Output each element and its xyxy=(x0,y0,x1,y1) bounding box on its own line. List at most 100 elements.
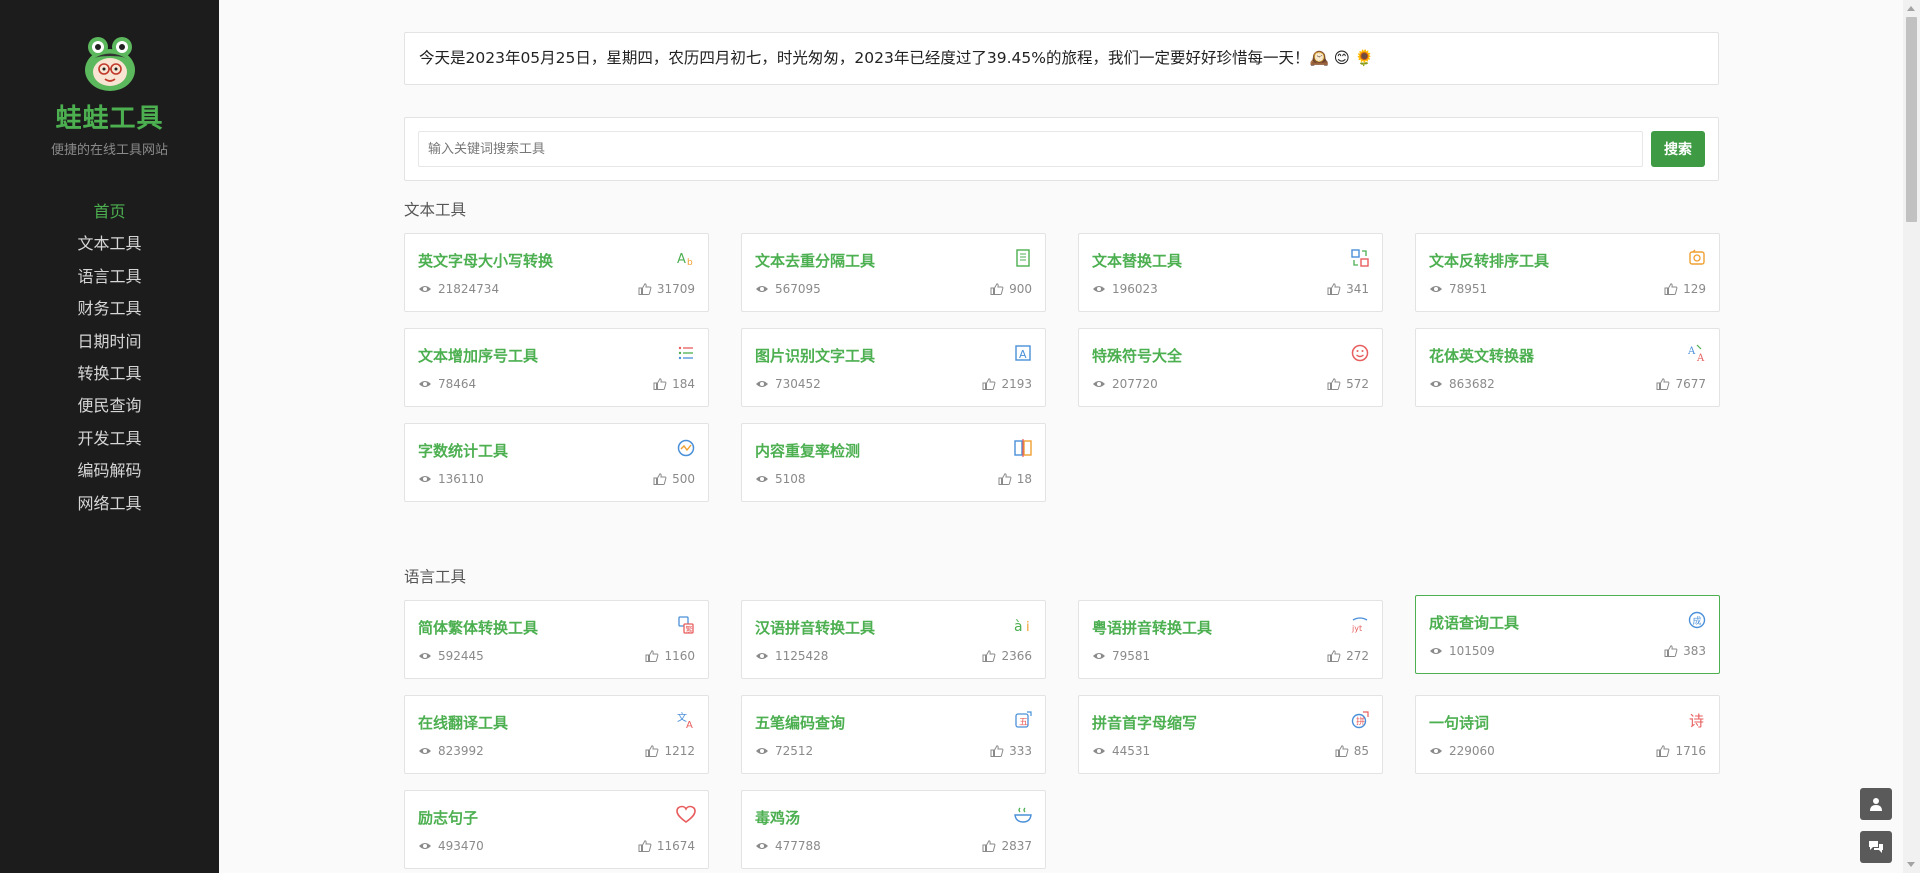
like-thumb-icon[interactable] xyxy=(1664,283,1678,295)
tool-card[interactable]: 花体英文转换器 A A 863682 7677 xyxy=(1415,328,1720,407)
tool-card-likes[interactable]: 11674 xyxy=(638,839,695,853)
nav-item-text-tools[interactable]: 文本工具 xyxy=(0,228,219,260)
tool-card[interactable]: 文本去重分隔工具 567095 900 xyxy=(741,233,1046,312)
tool-card[interactable]: 励志句子 493470 11674 xyxy=(404,790,709,869)
tool-card-likes[interactable]: 129 xyxy=(1664,282,1706,296)
tool-card-title[interactable]: 简体繁体转换工具 xyxy=(418,617,538,638)
tool-card[interactable]: 汉语拼音转换工具 à i 1125428 2366 xyxy=(741,600,1046,679)
scroll-down-arrow-icon[interactable] xyxy=(1907,862,1915,867)
tool-card[interactable]: 粤语拼音转换工具 jyt 79581 272 xyxy=(1078,600,1383,679)
tool-card[interactable]: 五笔编码查询 五 72512 333 xyxy=(741,695,1046,774)
tool-card-likes[interactable]: 1716 xyxy=(1656,744,1706,758)
search-button[interactable]: 搜索 xyxy=(1651,131,1705,167)
tool-card[interactable]: 毒鸡汤 477788 2837 xyxy=(741,790,1046,869)
like-thumb-icon[interactable] xyxy=(638,283,652,295)
tool-card[interactable]: 图片识别文字工具 A 730452 2193 xyxy=(741,328,1046,407)
tool-card-likes[interactable]: 2193 xyxy=(982,377,1032,391)
tool-card-title[interactable]: 五笔编码查询 xyxy=(755,712,845,733)
tool-card[interactable]: 特殊符号大全 207720 572 xyxy=(1078,328,1383,407)
nav-item-encode-decode[interactable]: 编码解码 xyxy=(0,455,219,487)
tool-card-title[interactable]: 励志句子 xyxy=(418,807,478,828)
tool-card-title[interactable]: 文本反转排序工具 xyxy=(1429,250,1549,271)
tool-card-title[interactable]: 内容重复率检测 xyxy=(755,440,860,461)
like-thumb-icon[interactable] xyxy=(990,283,1004,295)
tool-card-likes[interactable]: 7677 xyxy=(1656,377,1706,391)
tool-card-title[interactable]: 字数统计工具 xyxy=(418,440,508,461)
tool-card-title[interactable]: 文本替换工具 xyxy=(1092,250,1182,271)
like-thumb-icon[interactable] xyxy=(1656,378,1670,390)
tool-card[interactable]: 拼音首字母缩写 拼 44531 85 xyxy=(1078,695,1383,774)
list-icon xyxy=(676,343,696,363)
nav-item-dev-tools[interactable]: 开发工具 xyxy=(0,423,219,455)
tool-card[interactable]: 字数统计工具 136110 500 xyxy=(404,423,709,502)
like-thumb-icon[interactable] xyxy=(653,473,667,485)
tool-card-title[interactable]: 毒鸡汤 xyxy=(755,807,800,828)
like-thumb-icon[interactable] xyxy=(1335,745,1349,757)
like-thumb-icon[interactable] xyxy=(1656,745,1670,757)
nav-item-language-tools[interactable]: 语言工具 xyxy=(0,261,219,293)
like-thumb-icon[interactable] xyxy=(982,378,996,390)
scroll-thumb[interactable] xyxy=(1906,17,1917,222)
tool-card-likes[interactable]: 2837 xyxy=(982,839,1032,853)
tool-card-title[interactable]: 汉语拼音转换工具 xyxy=(755,617,875,638)
tool-card-likes[interactable]: 272 xyxy=(1327,649,1369,663)
like-thumb-icon[interactable] xyxy=(645,745,659,757)
like-thumb-icon[interactable] xyxy=(1327,378,1341,390)
tool-card[interactable]: 一句诗词 诗 229060 1716 xyxy=(1415,695,1720,774)
like-thumb-icon[interactable] xyxy=(645,650,659,662)
tool-card[interactable]: 内容重复率检测 5108 18 xyxy=(741,423,1046,502)
nav-item-lookup[interactable]: 便民查询 xyxy=(0,390,219,422)
search-input[interactable] xyxy=(418,131,1643,167)
nav-item-finance-tools[interactable]: 财务工具 xyxy=(0,293,219,325)
like-thumb-icon[interactable] xyxy=(990,745,1004,757)
tool-card[interactable]: 英文字母大小写转换 Ab 21824734 31709 xyxy=(404,233,709,312)
tool-card[interactable]: 文本替换工具 196023 341 xyxy=(1078,233,1383,312)
tool-card-likes[interactable]: 85 xyxy=(1335,744,1369,758)
tool-card-likes[interactable]: 1160 xyxy=(645,649,695,663)
tool-card-title[interactable]: 粤语拼音转换工具 xyxy=(1092,617,1212,638)
tool-card-title[interactable]: 拼音首字母缩写 xyxy=(1092,712,1197,733)
nav-item-datetime[interactable]: 日期时间 xyxy=(0,326,219,358)
tool-card-title[interactable]: 图片识别文字工具 xyxy=(755,345,875,366)
tool-card-title[interactable]: 文本增加序号工具 xyxy=(418,345,538,366)
tool-card-likes[interactable]: 184 xyxy=(653,377,695,391)
tool-card[interactable]: 简体繁体转换工具 繁 592445 1160 xyxy=(404,600,709,679)
feedback-button[interactable] xyxy=(1860,831,1892,863)
tool-card-title[interactable]: 特殊符号大全 xyxy=(1092,345,1182,366)
like-thumb-icon[interactable] xyxy=(1327,650,1341,662)
tool-card[interactable]: 在线翻译工具 文 A 823992 1212 xyxy=(404,695,709,774)
tool-card-likes[interactable]: 383 xyxy=(1664,644,1706,658)
tool-card-likes[interactable]: 2366 xyxy=(982,649,1032,663)
page-scrollbar[interactable] xyxy=(1903,0,1920,873)
nav-item-network-tools[interactable]: 网络工具 xyxy=(0,488,219,520)
tool-card-likes[interactable]: 1212 xyxy=(645,744,695,758)
tool-card-likes[interactable]: 333 xyxy=(990,744,1032,758)
tool-card[interactable]: 文本增加序号工具 78464 184 xyxy=(404,328,709,407)
tool-card-title[interactable]: 在线翻译工具 xyxy=(418,712,508,733)
like-thumb-icon[interactable] xyxy=(982,840,996,852)
nav-item-convert-tools[interactable]: 转换工具 xyxy=(0,358,219,390)
user-button[interactable] xyxy=(1860,788,1892,820)
tool-card-likes[interactable]: 31709 xyxy=(638,282,695,296)
tool-card-likes[interactable]: 572 xyxy=(1327,377,1369,391)
like-thumb-icon[interactable] xyxy=(638,840,652,852)
tool-card-title[interactable]: 花体英文转换器 xyxy=(1429,345,1534,366)
like-thumb-icon[interactable] xyxy=(998,473,1012,485)
like-thumb-icon[interactable] xyxy=(1664,645,1678,657)
like-thumb-icon[interactable] xyxy=(982,650,996,662)
tool-card-title[interactable]: 成语查询工具 xyxy=(1429,612,1519,633)
tool-card-title[interactable]: 英文字母大小写转换 xyxy=(418,250,553,271)
tool-card-likes[interactable]: 341 xyxy=(1327,282,1369,296)
tool-card-likes[interactable]: 18 xyxy=(998,472,1032,486)
like-thumb-icon[interactable] xyxy=(1327,283,1341,295)
logo[interactable]: 蛙蛙工具 便捷的在线工具网站 xyxy=(0,34,219,158)
tool-card-title[interactable]: 文本去重分隔工具 xyxy=(755,250,875,271)
like-thumb-icon[interactable] xyxy=(653,378,667,390)
nav-item-home[interactable]: 首页 xyxy=(0,196,219,228)
tool-card-likes[interactable]: 500 xyxy=(653,472,695,486)
scroll-up-arrow-icon[interactable] xyxy=(1907,6,1915,11)
tool-card-likes[interactable]: 900 xyxy=(990,282,1032,296)
tool-card-title[interactable]: 一句诗词 xyxy=(1429,712,1489,733)
tool-card[interactable]: 成语查询工具 成 101509 383 xyxy=(1415,595,1720,674)
tool-card[interactable]: 文本反转排序工具 78951 129 xyxy=(1415,233,1720,312)
